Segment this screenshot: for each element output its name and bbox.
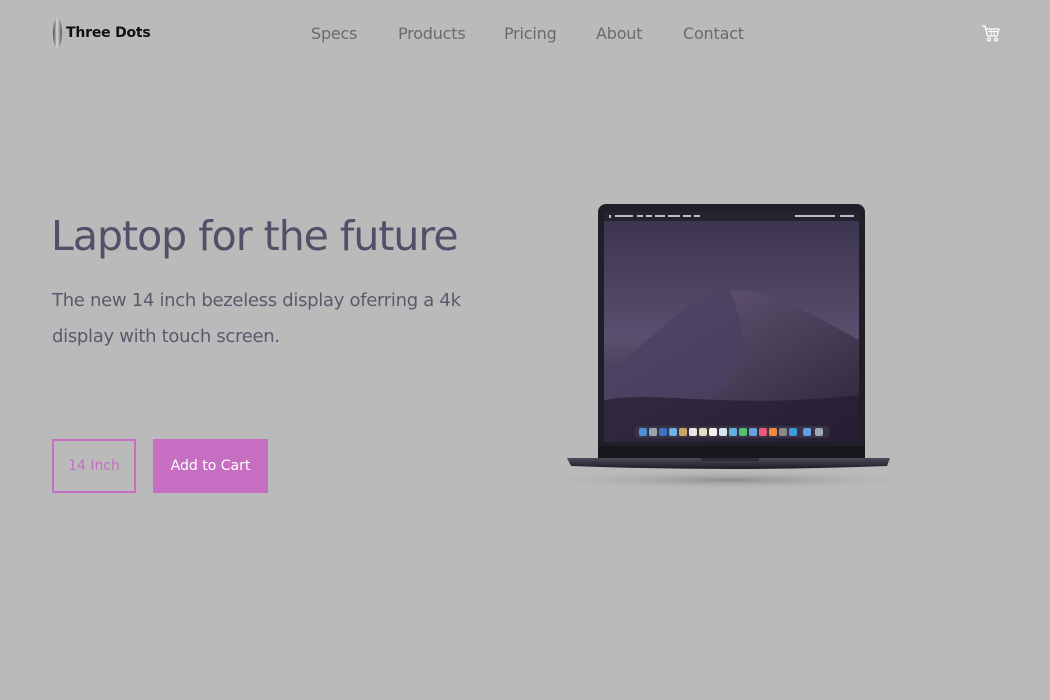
nav-item-specs[interactable]: Specs (311, 24, 357, 43)
nav-item-products[interactable]: Products (398, 24, 466, 43)
nav-item-contact[interactable]: Contact (683, 24, 744, 43)
main-nav: Specs Products Pricing About Contact (0, 24, 1050, 44)
size-14-inch-button[interactable]: 14 Inch (52, 439, 136, 493)
hero-description: The new 14 inch bezeless display oferrin… (52, 290, 461, 347)
shopping-cart-icon[interactable] (981, 23, 1001, 43)
laptop-illustration (525, 204, 935, 490)
add-to-cart-button[interactable]: Add to Cart (153, 439, 268, 493)
nav-item-about[interactable]: About (596, 24, 643, 43)
page: Three Dots Specs Products Pricing About … (0, 0, 1050, 700)
nav-item-pricing[interactable]: Pricing (504, 24, 557, 43)
hero-title: Laptop for the future (51, 212, 459, 260)
